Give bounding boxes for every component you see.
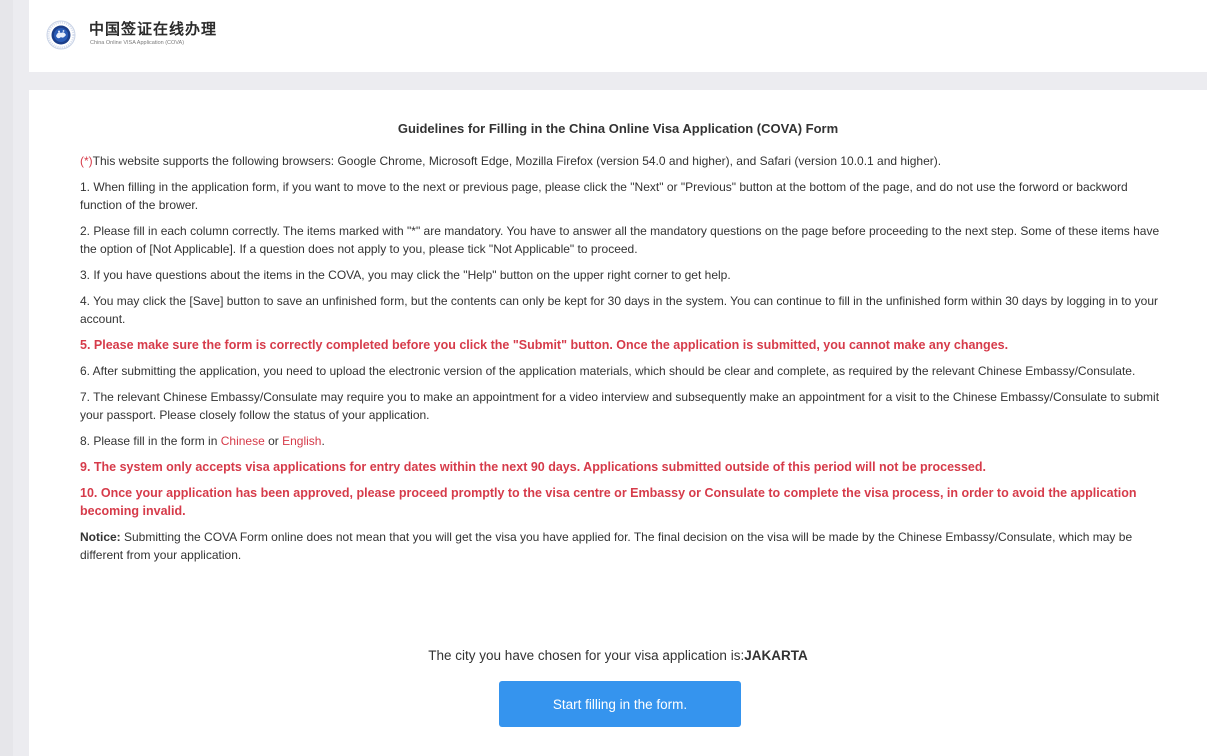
guideline-item-8-prefix: 8. Please fill in the form in bbox=[80, 434, 221, 448]
city-label: The city you have chosen for your visa a… bbox=[428, 648, 745, 663]
language-english-link: English bbox=[282, 434, 322, 448]
guideline-item-9: 9. The system only accepts visa applicat… bbox=[80, 460, 986, 474]
guidelines-list: (*)This website supports the following b… bbox=[80, 152, 1160, 572]
guideline-item-6: 6. After submitting the application, you… bbox=[80, 364, 1136, 378]
guideline-item-4: 4. You may click the [Save] button to sa… bbox=[80, 294, 1158, 326]
guidelines-panel: Guidelines for Filling in the China Onli… bbox=[29, 90, 1207, 756]
guideline-item-8: 8. Please fill in the form in Chinese or… bbox=[80, 432, 1160, 450]
city-value: JAKARTA bbox=[744, 648, 808, 663]
start-filling-button[interactable]: Start filling in the form. bbox=[499, 681, 741, 727]
language-chinese-link: Chinese bbox=[220, 434, 265, 448]
notice-paragraph: Notice: Submitting the COVA Form online … bbox=[80, 528, 1160, 564]
guideline-item-10: 10. Once your application has been appro… bbox=[80, 486, 1137, 518]
guideline-item-3: 3. If you have questions about the items… bbox=[80, 268, 731, 282]
guideline-item-8-or: or bbox=[264, 434, 283, 448]
guideline-item-2: 2. Please fill in each column correctly.… bbox=[80, 224, 1160, 256]
left-sidebar-strip bbox=[0, 0, 13, 756]
brand-title-en: China Online VISA Application (COVA) bbox=[90, 40, 185, 46]
mandatory-mark: (*) bbox=[80, 154, 93, 168]
guideline-item-8-suffix: . bbox=[321, 434, 325, 448]
guideline-item-1: 1. When filling in the application form,… bbox=[80, 180, 1128, 212]
browser-support-text: This website supports the following brow… bbox=[92, 154, 942, 168]
notice-text: Submitting the COVA Form online does not… bbox=[80, 530, 1133, 562]
cova-logo-icon bbox=[46, 20, 76, 50]
guideline-item-7: 7. The relevant Chinese Embassy/Consulat… bbox=[80, 390, 1160, 422]
notice-label: Notice: bbox=[80, 530, 121, 544]
brand-title-cn: 中国签证在线办理 bbox=[89, 21, 218, 38]
site-header: 中国签证在线办理 China Online VISA Application (… bbox=[29, 0, 1207, 72]
guideline-item-5: 5. Please make sure the form is correctl… bbox=[80, 338, 1009, 352]
city-selection-line: The city you have chosen for your visa a… bbox=[29, 648, 1207, 663]
browser-support-note: (*)This website supports the following b… bbox=[80, 152, 1160, 170]
page-title: Guidelines for Filling in the China Onli… bbox=[397, 121, 839, 136]
